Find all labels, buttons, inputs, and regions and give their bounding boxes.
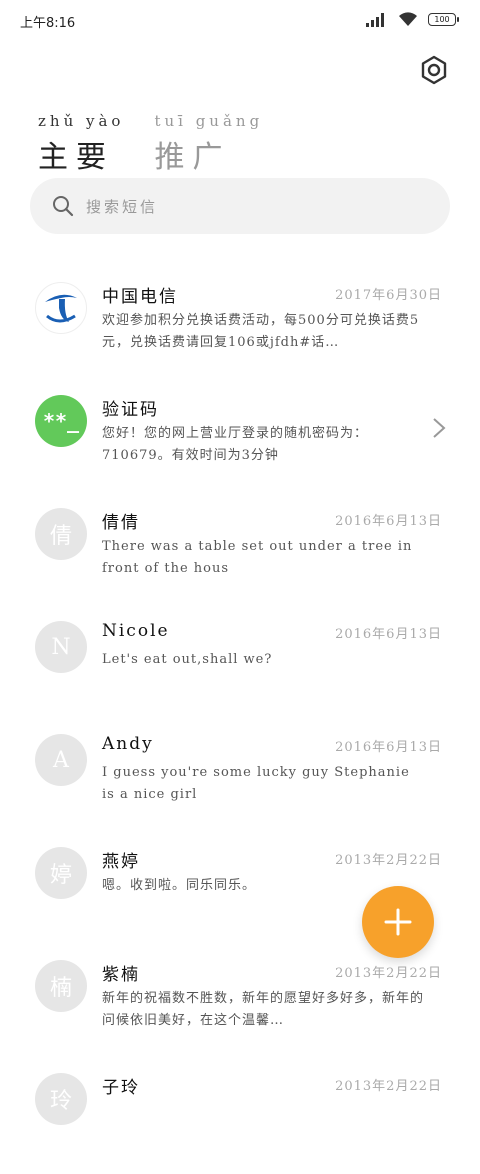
sender-name: 中国电信: [102, 287, 178, 307]
list-item[interactable]: 玲 子玲 2013年2月22日: [0, 1061, 480, 1174]
status-bar: 上午8:16 100: [0, 0, 480, 44]
china-telecom-logo-icon: [45, 294, 77, 323]
message-preview: There was a table set out under a tree i…: [102, 539, 413, 576]
wifi-icon: [399, 12, 417, 26]
avatar: A: [35, 734, 87, 786]
message-date: 2013年2月22日: [335, 1079, 442, 1094]
tab-promo-pinyin: tuī guǎng: [154, 112, 264, 130]
search-icon: [53, 196, 74, 217]
sender-name: 倩倩: [102, 513, 140, 533]
tab-promo-label: 推广: [154, 140, 231, 175]
list-item[interactable]: N Nicole 2016年6月13日 Let's eat out,shall …: [0, 609, 480, 722]
message-date: 2016年6月13日: [335, 627, 442, 642]
tab-promo[interactable]: tuī guǎng 推广: [154, 112, 263, 176]
battery-level: 100: [434, 15, 450, 24]
plus-icon: [384, 908, 412, 936]
new-message-button[interactable]: [362, 886, 434, 958]
message-date: 2013年2月22日: [335, 966, 442, 981]
tab-bar: zhǔ yào 主要 tuī guǎng 推广: [38, 112, 263, 176]
avatar: N: [35, 621, 87, 673]
sender-name: 子玲: [102, 1078, 140, 1098]
message-list: 中国电信 2017年6月30日 欢迎参加积分兑换话费活动，每500分可兑换话费5…: [0, 270, 480, 1174]
message-preview: I guess you're some lucky guy Stephanie …: [102, 765, 410, 802]
settings-icon[interactable]: [418, 54, 450, 86]
sender-name: Nicole: [102, 621, 170, 641]
message-preview: Let's eat out,shall we?: [102, 652, 273, 667]
search-input[interactable]: 搜索短信: [86, 196, 158, 217]
avatar: 婷: [35, 847, 87, 899]
signal-icon: [366, 12, 384, 27]
message-preview: 欢迎参加积分兑换话费活动，每500分可兑换话费5元，兑换话费请回复106或jfd…: [102, 313, 420, 350]
message-date: 2016年6月13日: [335, 740, 442, 755]
sender-name: 燕婷: [102, 852, 140, 872]
tab-main[interactable]: zhǔ yào 主要: [38, 112, 124, 176]
avatar: **_: [35, 395, 87, 447]
status-time: 上午8:16: [20, 16, 76, 31]
avatar: 楠: [35, 960, 87, 1012]
sender-name: 紫楠: [102, 965, 140, 985]
status-icons: 100: [366, 12, 459, 27]
list-item[interactable]: 倩 倩倩 2016年6月13日 There was a table set ou…: [0, 496, 480, 609]
list-item[interactable]: **_ 验证码 您好！您的网上营业厅登录的随机密码为：710679。有效时间为3…: [0, 383, 480, 496]
list-item[interactable]: 楠 紫楠 2013年2月22日 新年的祝福数不胜数，新年的愿望好多好多，新年的问…: [0, 948, 480, 1061]
tab-main-label: 主要: [38, 140, 114, 175]
list-item[interactable]: A Andy 2016年6月13日 I guess you're some lu…: [0, 722, 480, 835]
message-preview: 您好！您的网上营业厅登录的随机密码为：710679。有效时间为3分钟: [102, 426, 369, 463]
chevron-right-icon[interactable]: [432, 417, 446, 439]
list-item[interactable]: 中国电信 2017年6月30日 欢迎参加积分兑换话费活动，每500分可兑换话费5…: [0, 270, 480, 383]
search-bar[interactable]: 搜索短信: [30, 178, 450, 234]
message-date: 2017年6月30日: [335, 288, 442, 303]
sender-name: Andy: [102, 734, 154, 754]
message-date: 2016年6月13日: [335, 514, 442, 529]
avatar: 倩: [35, 508, 87, 560]
battery-icon: 100: [428, 13, 459, 26]
sender-name: 验证码: [102, 400, 159, 420]
avatar: 玲: [35, 1073, 87, 1125]
tab-main-pinyin: zhǔ yào: [38, 112, 125, 130]
message-date: 2013年2月22日: [335, 853, 442, 868]
message-preview: 新年的祝福数不胜数，新年的愿望好多好多，新年的问候依旧美好，在这个温馨…: [102, 991, 425, 1028]
avatar: [35, 282, 87, 334]
